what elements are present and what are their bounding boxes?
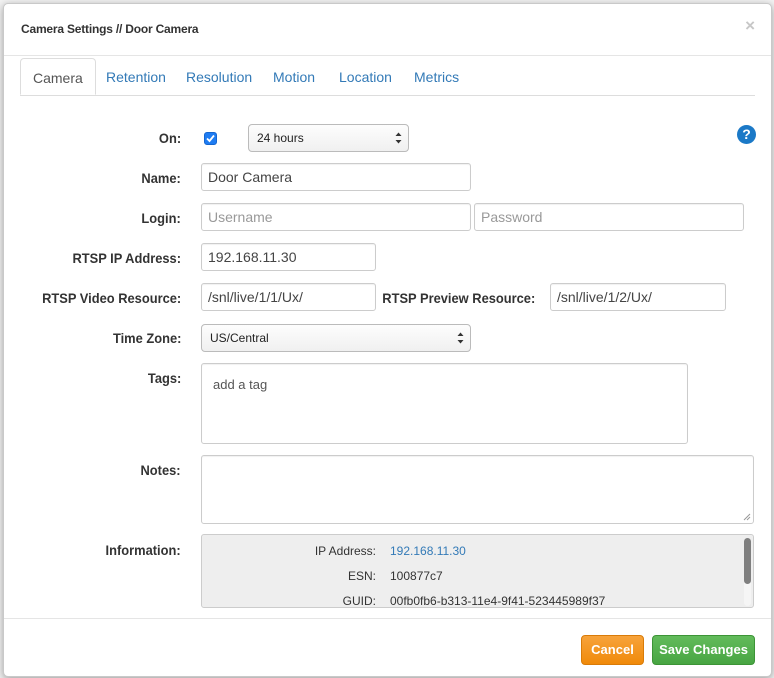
tab-metrics[interactable]: Metrics	[414, 69, 459, 85]
save-changes-button[interactable]: Save Changes	[652, 635, 755, 665]
modal-title: Camera Settings // Door Camera	[21, 22, 199, 36]
info-ip-value[interactable]: 192.168.11.30	[390, 544, 466, 558]
info-scrollbar[interactable]	[744, 538, 751, 606]
help-icon[interactable]: ?	[737, 125, 756, 144]
rtsp-ip-input[interactable]	[201, 243, 376, 271]
information-panel: IP Address: 192.168.11.30 ESN: 100877c7 …	[201, 534, 754, 608]
on-label: On:	[158, 130, 181, 146]
tab-camera[interactable]: Camera	[20, 58, 96, 95]
name-label: Name:	[141, 170, 181, 186]
info-scroll-thumb[interactable]	[744, 538, 751, 584]
cancel-button[interactable]: Cancel	[581, 635, 644, 665]
info-esn-label: ESN:	[347, 569, 376, 583]
rtsp-ip-label: RTSP IP Address:	[72, 250, 181, 266]
tab-bar: Camera Retention Resolution Motion Locat…	[20, 56, 755, 96]
name-input[interactable]	[201, 163, 471, 191]
tab-motion[interactable]: Motion	[273, 69, 315, 85]
tab-resolution[interactable]: Resolution	[186, 69, 252, 85]
timezone-label: Time Zone:	[112, 330, 181, 346]
info-esn-value: 100877c7	[390, 569, 443, 583]
timezone-select[interactable]: US/Central	[201, 324, 471, 352]
rtsp-preview-input[interactable]	[550, 283, 726, 311]
rtsp-video-input[interactable]	[201, 283, 376, 311]
tags-label: Tags:	[147, 370, 181, 386]
modal-header: Camera Settings // Door Camera ×	[4, 4, 771, 56]
rtsp-preview-label: RTSP Preview Resource:	[382, 290, 535, 306]
info-ip-label: IP Address:	[314, 544, 376, 558]
tab-location[interactable]: Location	[339, 69, 392, 85]
modal-footer: Cancel Save Changes	[4, 618, 771, 676]
password-input[interactable]	[474, 203, 744, 231]
information-label: Information:	[105, 542, 181, 558]
notes-textarea[interactable]	[201, 455, 754, 524]
schedule-select[interactable]: 24 hours	[248, 124, 409, 152]
login-label: Login:	[141, 210, 181, 226]
resize-handle-icon[interactable]	[743, 513, 751, 521]
close-icon[interactable]: ×	[745, 17, 755, 34]
tags-input[interactable]: add a tag	[201, 363, 688, 444]
notes-label: Notes:	[140, 462, 181, 478]
select-arrows-icon	[457, 332, 464, 344]
checkmark-icon	[206, 134, 215, 143]
select-arrows-icon	[395, 132, 402, 144]
rtsp-video-label: RTSP Video Resource:	[41, 290, 181, 306]
schedule-value: 24 hours	[257, 131, 304, 145]
username-input[interactable]	[201, 203, 471, 231]
tab-retention[interactable]: Retention	[106, 69, 166, 85]
info-guid-label: GUID:	[342, 594, 376, 608]
camera-settings-modal: Camera Settings // Door Camera × Camera …	[3, 3, 772, 677]
tags-placeholder: add a tag	[213, 377, 268, 392]
info-guid-value: 00fb0fb6-b313-11e4-9f41-523445989f37	[390, 594, 606, 608]
timezone-value: US/Central	[210, 331, 269, 345]
on-checkbox[interactable]	[204, 132, 217, 145]
